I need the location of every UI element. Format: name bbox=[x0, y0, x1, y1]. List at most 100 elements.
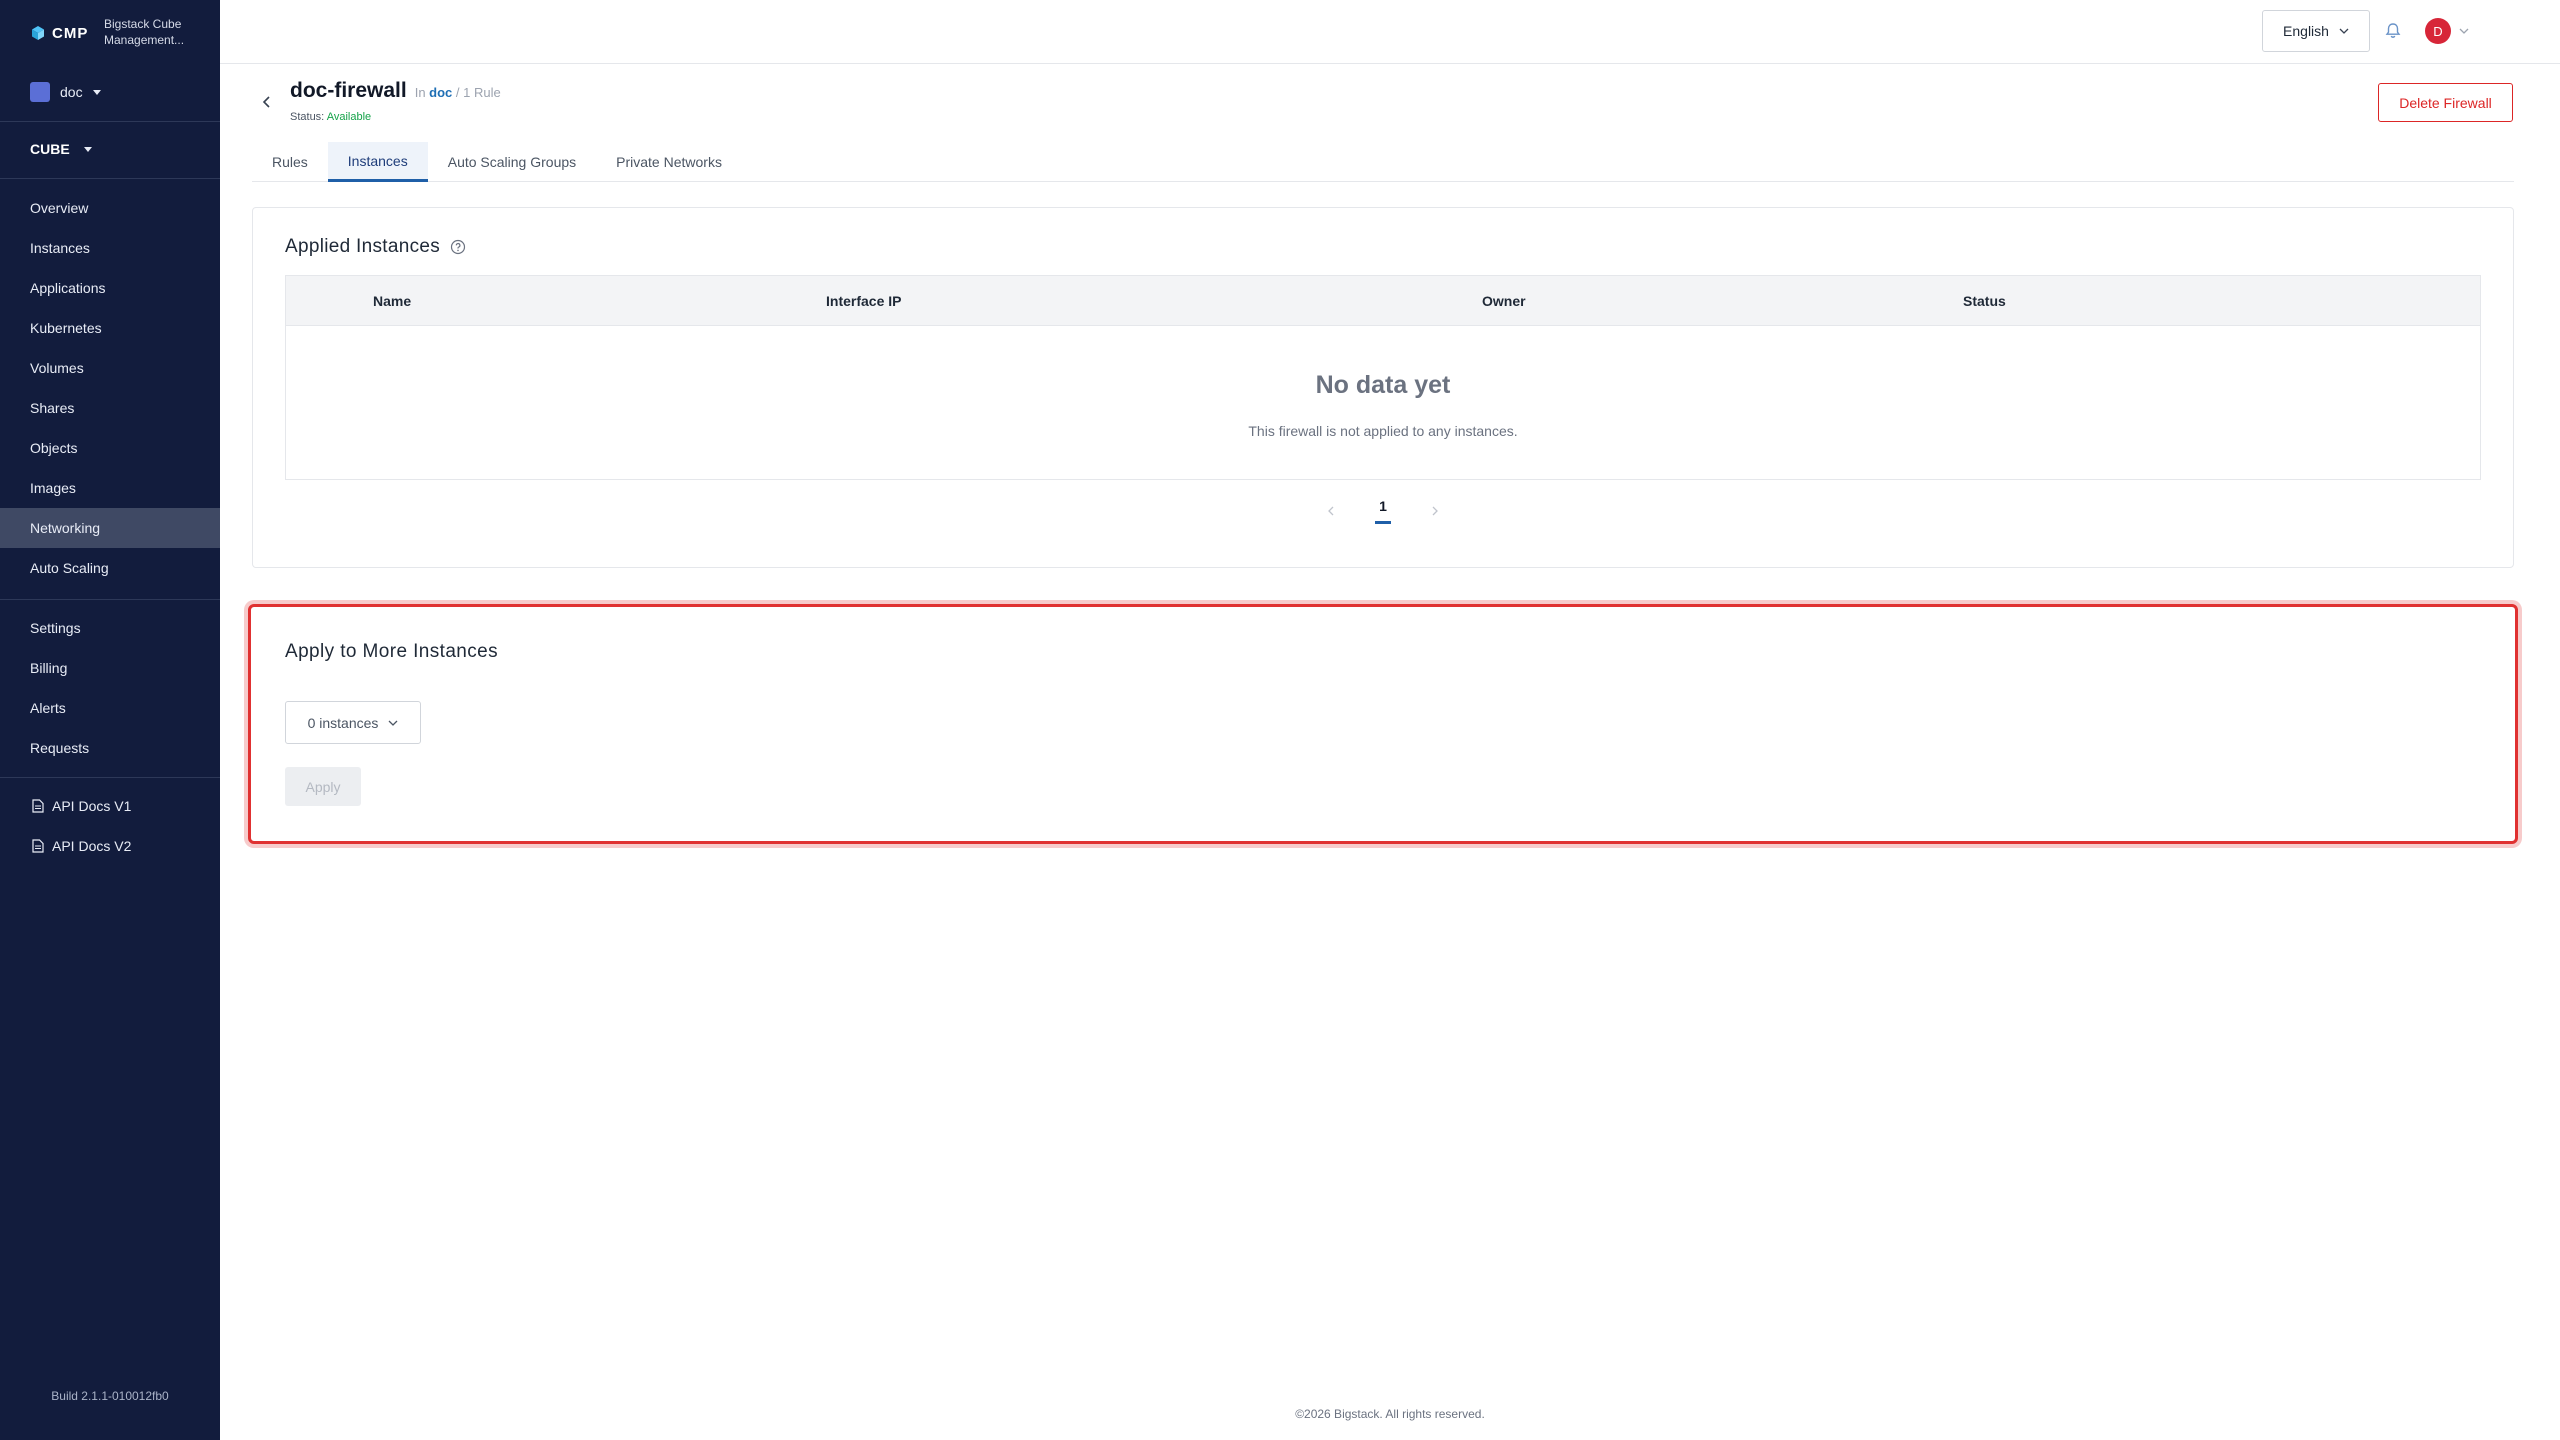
applied-instances-title: Applied Instances bbox=[285, 236, 466, 258]
product-name: Bigstack Cube Management... bbox=[104, 16, 214, 48]
project-name: doc bbox=[60, 84, 83, 100]
column-header-owner[interactable]: Owner bbox=[1482, 293, 1526, 309]
product-name-line1: Bigstack Cube bbox=[104, 17, 182, 31]
column-header-name[interactable]: Name bbox=[373, 293, 411, 309]
apply-section-title: Apply to More Instances bbox=[285, 641, 499, 662]
status-label: Status: bbox=[290, 111, 325, 123]
caret-down-icon bbox=[83, 146, 92, 152]
meta-in-label: In bbox=[414, 85, 426, 100]
status-badge: Available bbox=[326, 111, 372, 123]
sidebar-main-nav: Overview Instances Applications Kubernet… bbox=[0, 188, 220, 588]
sidebar-item-requests[interactable]: Requests bbox=[0, 728, 220, 768]
service-switcher[interactable]: CUBE bbox=[30, 141, 92, 157]
page-number[interactable]: 1 bbox=[1375, 498, 1391, 524]
instances-select-value: 0 instances bbox=[307, 714, 379, 731]
user-menu[interactable]: D bbox=[2425, 18, 2469, 44]
sidebar-item-label: Billing bbox=[30, 660, 68, 676]
sidebar-divider bbox=[0, 777, 220, 778]
back-arrow-icon[interactable] bbox=[258, 93, 276, 111]
language-value: English bbox=[2283, 23, 2329, 39]
sidebar-item-label: Volumes bbox=[30, 360, 84, 376]
sidebar-item-billing[interactable]: Billing bbox=[0, 648, 220, 688]
project-link[interactable]: doc bbox=[429, 85, 452, 100]
sidebar-divider bbox=[0, 178, 220, 179]
sidebar-item-networking[interactable]: Networking bbox=[0, 508, 220, 548]
chevron-left-icon[interactable] bbox=[1325, 505, 1337, 517]
tab-rules[interactable]: Rules bbox=[252, 142, 328, 182]
sidebar-item-shares[interactable]: Shares bbox=[0, 388, 220, 428]
page-heading: doc-firewall In doc / 1 Rule bbox=[290, 79, 501, 103]
sidebar-item-label: API Docs V2 bbox=[52, 838, 132, 854]
sidebar-settings-nav: Settings Billing Alerts Requests bbox=[0, 608, 220, 768]
tab-bar: Rules Instances Auto Scaling Groups Priv… bbox=[252, 142, 2514, 182]
project-color-icon bbox=[30, 82, 50, 102]
sidebar-item-label: Alerts bbox=[30, 700, 66, 716]
empty-state-title: No data yet bbox=[1315, 371, 1451, 399]
service-name: CUBE bbox=[30, 141, 70, 157]
sidebar: CMP Bigstack Cube Management... doc CUBE… bbox=[0, 0, 220, 1440]
empty-state-message: This firewall is not applied to any inst… bbox=[1248, 423, 1518, 439]
table-header: Name Interface IP Owner Status bbox=[286, 276, 2480, 326]
sidebar-divider bbox=[0, 121, 220, 122]
sidebar-item-api-docs-v1[interactable]: API Docs V1 bbox=[0, 786, 220, 826]
chevron-down-icon bbox=[2339, 28, 2349, 34]
chevron-right-icon[interactable] bbox=[1429, 505, 1441, 517]
sidebar-item-label: Images bbox=[30, 480, 76, 496]
sidebar-item-label: Overview bbox=[30, 200, 89, 216]
chevron-down-icon bbox=[388, 720, 398, 726]
cube-logo-icon bbox=[32, 26, 44, 40]
sidebar-item-settings[interactable]: Settings bbox=[0, 608, 220, 648]
product-name-line2: Management... bbox=[104, 33, 185, 47]
instances-select[interactable]: 0 instances bbox=[285, 701, 421, 744]
delete-firewall-button[interactable]: Delete Firewall bbox=[2378, 83, 2513, 122]
sidebar-item-label: Instances bbox=[30, 240, 90, 256]
chevron-down-icon bbox=[2459, 28, 2469, 34]
document-icon bbox=[32, 839, 44, 853]
sidebar-item-kubernetes[interactable]: Kubernetes bbox=[0, 308, 220, 348]
project-switcher[interactable]: doc bbox=[30, 82, 101, 102]
sidebar-item-label: API Docs V1 bbox=[52, 798, 132, 814]
build-version: Build 2.1.1-010012fb0 bbox=[51, 1389, 169, 1403]
column-header-interface-ip[interactable]: Interface IP bbox=[826, 293, 901, 309]
logo-text: CMP bbox=[52, 24, 89, 42]
help-icon[interactable] bbox=[450, 239, 466, 255]
sidebar-item-api-docs-v2[interactable]: API Docs V2 bbox=[0, 826, 220, 866]
column-header-status[interactable]: Status bbox=[1963, 293, 2006, 309]
brand[interactable]: CMP Bigstack Cube Management... bbox=[30, 16, 184, 50]
status-line: Status: Available bbox=[290, 111, 371, 123]
sidebar-item-label: Networking bbox=[30, 520, 101, 536]
sidebar-item-label: Auto Scaling bbox=[30, 560, 109, 576]
sidebar-item-auto-scaling[interactable]: Auto Scaling bbox=[0, 548, 220, 588]
section-title: Applied Instances bbox=[285, 236, 441, 257]
sidebar-docs-nav: API Docs V1 API Docs V2 bbox=[0, 786, 220, 866]
pagination: 1 bbox=[253, 498, 2513, 524]
footer-copyright: ©2026 Bigstack. All rights reserved. bbox=[1295, 1407, 1485, 1421]
sidebar-item-overview[interactable]: Overview bbox=[0, 188, 220, 228]
sidebar-item-label: Shares bbox=[30, 400, 75, 416]
sidebar-item-label: Settings bbox=[30, 620, 81, 636]
sidebar-item-alerts[interactable]: Alerts bbox=[0, 688, 220, 728]
top-bar: English D bbox=[220, 0, 2560, 64]
avatar: D bbox=[2425, 18, 2451, 44]
sidebar-item-label: Kubernetes bbox=[30, 320, 102, 336]
sidebar-item-instances[interactable]: Instances bbox=[0, 228, 220, 268]
language-select[interactable]: English bbox=[2262, 10, 2370, 52]
tab-private-networks[interactable]: Private Networks bbox=[596, 142, 742, 182]
sidebar-item-images[interactable]: Images bbox=[0, 468, 220, 508]
sidebar-item-objects[interactable]: Objects bbox=[0, 428, 220, 468]
sidebar-item-label: Applications bbox=[30, 280, 106, 296]
apply-more-instances-card: Apply to More Instances 0 instances Appl… bbox=[248, 604, 2518, 844]
document-icon bbox=[32, 799, 44, 813]
sidebar-item-volumes[interactable]: Volumes bbox=[0, 348, 220, 388]
apply-button[interactable]: Apply bbox=[285, 767, 361, 806]
meta-rule-count: / 1 Rule bbox=[455, 85, 501, 100]
sidebar-divider bbox=[0, 599, 220, 600]
applied-instances-card: Applied Instances Name Interface IP Owne… bbox=[252, 207, 2514, 568]
caret-down-icon bbox=[92, 89, 101, 95]
bell-icon[interactable] bbox=[2381, 19, 2405, 43]
instances-table: Name Interface IP Owner Status No data y… bbox=[285, 275, 2481, 480]
tab-instances[interactable]: Instances bbox=[327, 142, 428, 182]
tab-auto-scaling-groups[interactable]: Auto Scaling Groups bbox=[428, 142, 596, 182]
cmp-logo[interactable]: CMP bbox=[30, 25, 88, 42]
sidebar-item-applications[interactable]: Applications bbox=[0, 268, 220, 308]
